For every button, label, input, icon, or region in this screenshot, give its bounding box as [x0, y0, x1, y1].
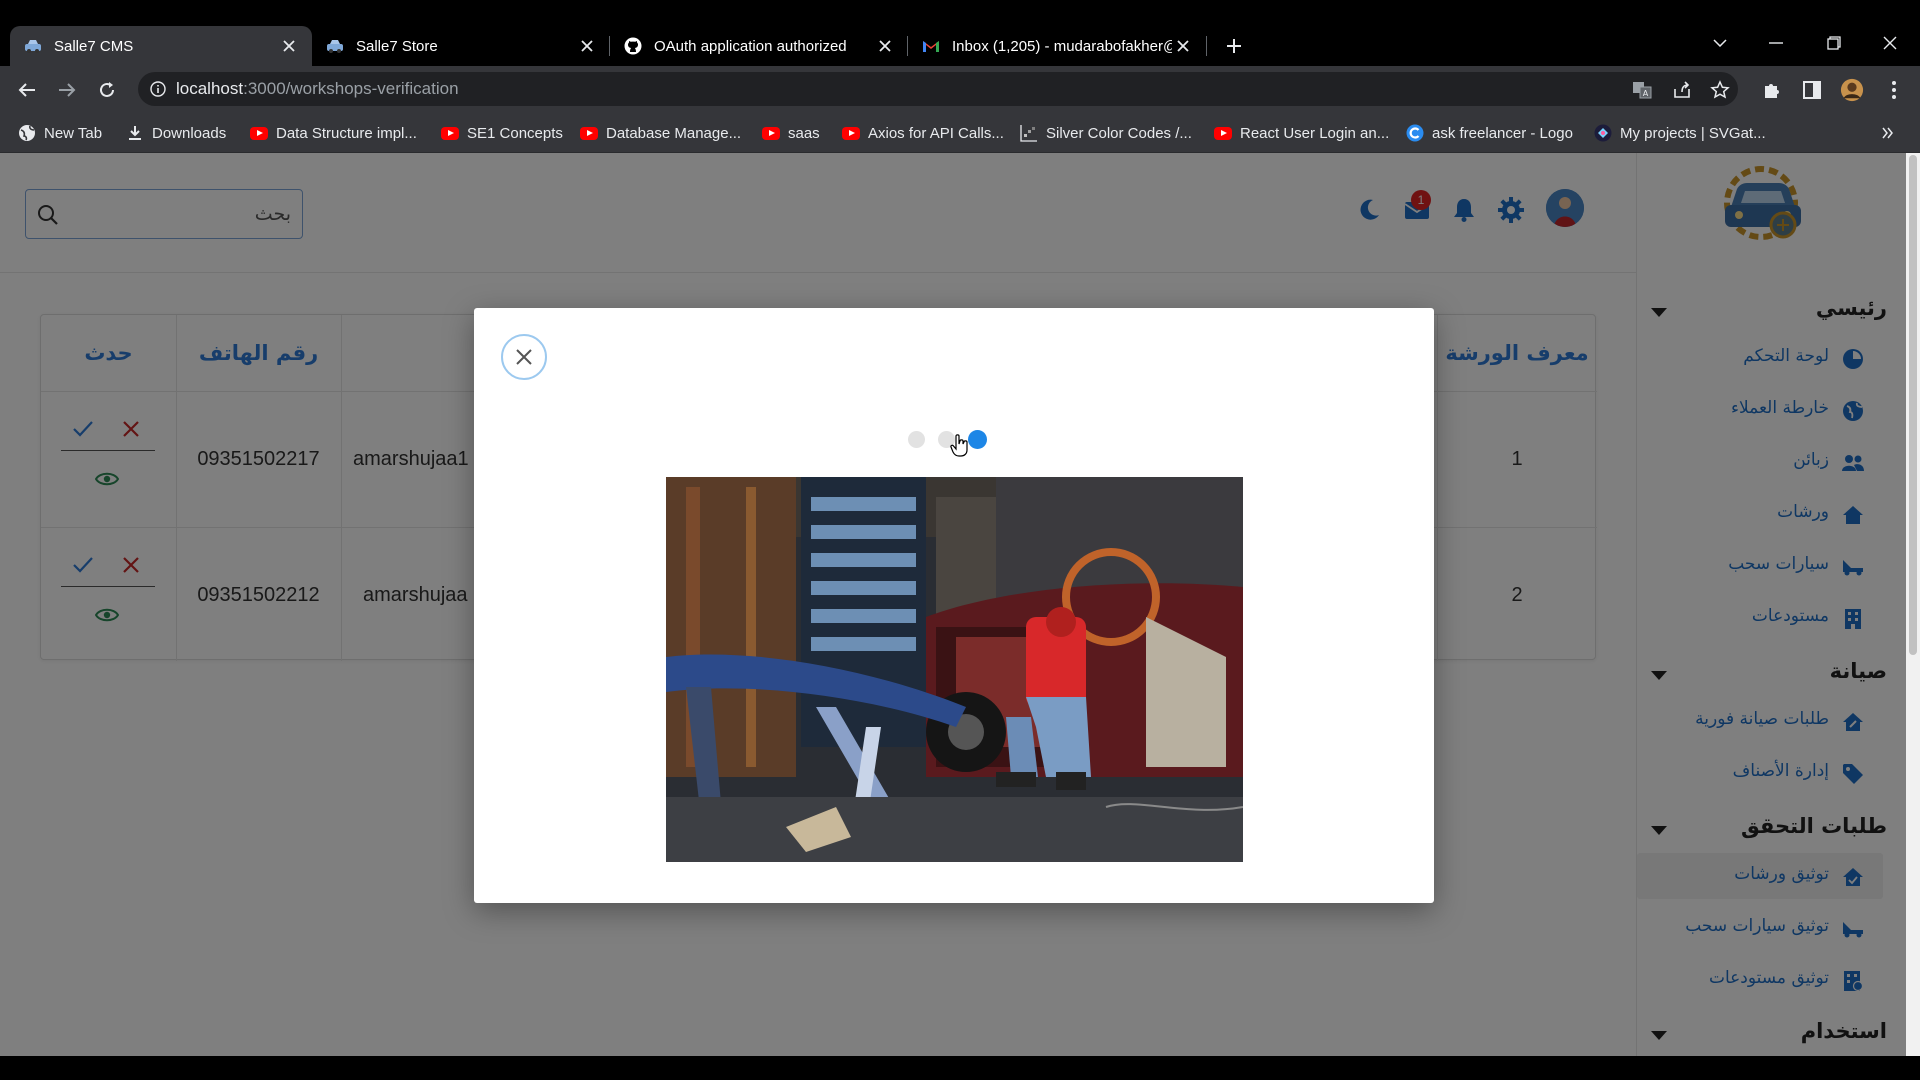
tab-title: Salle7 CMS	[54, 37, 134, 55]
tab-title: Salle7 Store	[356, 37, 438, 55]
browser-menu-icon[interactable]	[1882, 78, 1906, 102]
chevron-down-icon	[1713, 39, 1727, 47]
bookmark-svgator[interactable]: My projects | SVGat...	[1594, 121, 1766, 145]
close-tab-icon[interactable]	[278, 35, 300, 57]
scrollbar-thumb[interactable]	[1909, 155, 1917, 655]
bookmark-react-user-login[interactable]: React User Login an...	[1214, 121, 1389, 145]
bookmark-label: React User Login an...	[1240, 124, 1390, 142]
youtube-icon	[762, 124, 780, 142]
bookmark-new-tab[interactable]: New Tab	[18, 121, 102, 145]
profile-avatar-icon[interactable]	[1840, 78, 1864, 102]
svg-text:A: A	[1643, 89, 1649, 98]
browser-tab-strip: Salle7 CMS Salle7 Store OAuth applicatio…	[0, 0, 1920, 66]
reload-icon	[100, 82, 114, 97]
reload-button[interactable]	[93, 76, 121, 104]
bookmark-label: Silver Color Codes /...	[1046, 124, 1192, 142]
back-button[interactable]	[13, 76, 41, 104]
youtube-icon	[1214, 124, 1232, 142]
close-icon	[1883, 36, 1897, 50]
arrow-left-icon	[18, 83, 35, 97]
web-page: 1 حدث رقم الهاتف يد	[0, 153, 1920, 1056]
tab-gmail-inbox[interactable]: Inbox (1,205) - mudarabofakher@	[908, 26, 1206, 66]
bookmark-database-manage[interactable]: Database Manage...	[580, 121, 741, 145]
bookmark-label: Axios for API Calls...	[868, 124, 1004, 142]
plus-icon	[1227, 39, 1241, 53]
bookmark-label: SE1 Concepts	[467, 124, 563, 142]
close-tab-icon[interactable]	[576, 35, 598, 57]
youtube-icon	[441, 124, 459, 142]
bookmark-se1-concepts[interactable]: SE1 Concepts	[441, 121, 563, 145]
bookmark-label: Downloads	[152, 124, 227, 142]
double-chevron-right-icon	[1882, 127, 1893, 139]
bookmark-saas[interactable]: saas	[762, 121, 820, 145]
close-icon	[516, 349, 532, 365]
car-favicon-icon	[326, 37, 344, 55]
youtube-icon	[250, 124, 268, 142]
tab-salle7-cms[interactable]: Salle7 CMS	[10, 26, 312, 66]
bookmark-label: Data Structure impl...	[276, 124, 417, 142]
bookmark-downloads[interactable]: Downloads	[126, 121, 226, 145]
image-viewer-modal	[474, 308, 1434, 903]
github-icon	[624, 37, 642, 55]
browser-toolbar: localhost:3000/workshops-verification A	[0, 66, 1920, 113]
garage-mechanic-image	[666, 477, 1243, 862]
cms-app: 1 حدث رقم الهاتف يد	[0, 153, 1906, 1056]
bookmark-data-structure[interactable]: Data Structure impl...	[250, 121, 417, 145]
new-tab-button[interactable]	[1220, 32, 1248, 60]
svgator-icon	[1594, 124, 1612, 142]
carousel-dot[interactable]	[908, 431, 925, 448]
info-icon[interactable]	[150, 81, 166, 97]
tab-oauth[interactable]: OAuth application authorized	[610, 26, 908, 66]
minimize-icon	[1769, 42, 1783, 44]
tab-title: Inbox (1,205) - mudarabofakher@	[952, 37, 1172, 55]
bookmark-label: saas	[788, 124, 820, 142]
download-icon	[126, 124, 144, 142]
bookmarks-bar: New Tab Downloads Data Structure impl...…	[0, 113, 1920, 153]
tab-search-button[interactable]	[1700, 28, 1740, 58]
screen-bottom-bar	[0, 1056, 1920, 1080]
workshop-photo	[666, 477, 1243, 862]
tab-divider	[1206, 36, 1207, 56]
bookmark-label: ask freelancer - Logo	[1432, 124, 1573, 142]
car-favicon-icon	[24, 37, 42, 55]
hand-cursor-icon	[950, 434, 968, 457]
url-host: localhost	[176, 79, 244, 98]
close-window-button[interactable]	[1870, 28, 1910, 58]
arrow-right-icon	[59, 83, 76, 97]
modal-close-button[interactable]	[501, 334, 547, 380]
bookmark-silver-color-codes[interactable]: Silver Color Codes /...	[1020, 121, 1192, 145]
url-path: :3000/workshops-verification	[243, 79, 459, 98]
youtube-icon	[842, 124, 860, 142]
address-bar[interactable]: localhost:3000/workshops-verification A	[138, 72, 1738, 106]
globe-icon	[18, 124, 36, 142]
bookmark-star-icon[interactable]	[1710, 80, 1730, 100]
translate-icon[interactable]: A	[1632, 80, 1652, 100]
page-scrollbar[interactable]	[1906, 153, 1920, 1056]
bookmark-label: New Tab	[44, 124, 103, 142]
close-tab-icon[interactable]	[874, 35, 896, 57]
bookmarks-overflow-button[interactable]	[1882, 121, 1894, 145]
circle-c-icon	[1406, 124, 1424, 142]
restore-button[interactable]	[1814, 28, 1854, 58]
close-tab-icon[interactable]	[1172, 35, 1194, 57]
forward-button[interactable]	[53, 76, 81, 104]
gmail-icon	[922, 37, 940, 55]
side-panel-icon[interactable]	[1800, 78, 1824, 102]
share-icon[interactable]	[1672, 80, 1692, 100]
color-grid-icon	[1020, 124, 1038, 142]
bookmark-label: Database Manage...	[606, 124, 742, 142]
minimize-button[interactable]	[1756, 28, 1796, 58]
bookmark-axios[interactable]: Axios for API Calls...	[842, 121, 1004, 145]
tab-title: OAuth application authorized	[654, 37, 847, 55]
tab-salle7-store[interactable]: Salle7 Store	[312, 26, 610, 66]
carousel-dot-active[interactable]	[968, 430, 987, 449]
carousel-indicators	[908, 428, 998, 457]
extensions-puzzle-icon[interactable]	[1760, 78, 1784, 102]
restore-icon	[1827, 36, 1841, 50]
youtube-icon	[580, 124, 598, 142]
bookmark-label: My projects | SVGat...	[1620, 124, 1766, 142]
bookmark-ask-freelancer[interactable]: ask freelancer - Logo	[1406, 121, 1573, 145]
